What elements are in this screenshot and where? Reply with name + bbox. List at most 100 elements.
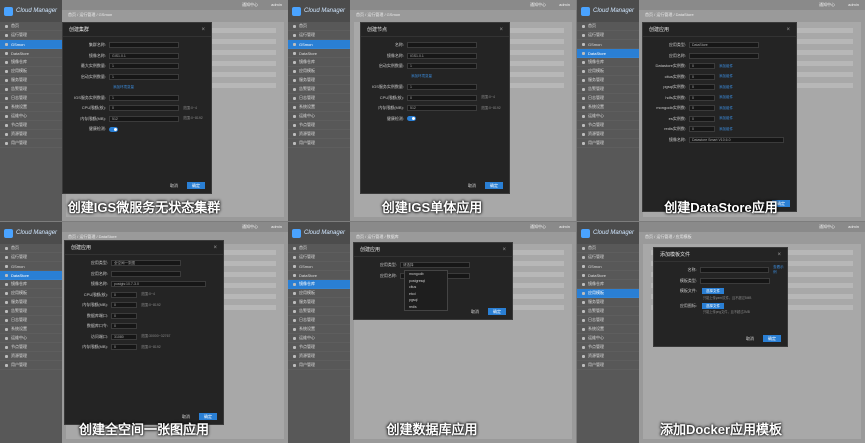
sidebar-item[interactable]: 系统设置 [577, 325, 639, 334]
sidebar-item[interactable]: 运行管理 [577, 31, 639, 40]
sidebar-item[interactable]: 镜像仓库 [577, 280, 639, 289]
user-menu[interactable]: admin [848, 224, 859, 229]
sidebar-item[interactable]: DataStore [288, 49, 350, 58]
sidebar-item[interactable]: 应用模板 [288, 67, 350, 76]
confirm-button[interactable]: 确定 [187, 182, 205, 189]
close-icon[interactable]: × [786, 27, 790, 33]
sidebar-item[interactable]: 用户管理 [0, 361, 62, 370]
sidebar-item[interactable]: 资源管理 [288, 130, 350, 139]
field-input[interactable]: GIS1.0.1 [109, 52, 179, 59]
field-input[interactable]: 0 [689, 105, 715, 112]
field-link[interactable]: 添加组件 [719, 127, 733, 132]
field-input[interactable]: 1 [109, 63, 179, 70]
notification-link[interactable]: 通知中心 [242, 2, 258, 8]
sidebar-item[interactable]: 服务管理 [0, 298, 62, 307]
sidebar-item[interactable]: 服务管理 [577, 298, 639, 307]
close-icon[interactable]: × [201, 27, 205, 33]
field-input[interactable] [109, 42, 179, 49]
sidebar-item[interactable]: 资源管理 [577, 352, 639, 361]
sidebar-item[interactable]: 首页 [0, 244, 62, 253]
field-link[interactable]: 添加组件 [719, 85, 733, 90]
field-input[interactable]: 31080 [111, 333, 137, 340]
sidebar-item[interactable]: 告警管理 [0, 307, 62, 316]
sidebar-item[interactable]: 首页 [577, 22, 639, 31]
sidebar-item[interactable]: 服务管理 [288, 298, 350, 307]
dropdown-option[interactable]: redis [405, 304, 447, 311]
user-menu[interactable]: admin [271, 224, 282, 229]
confirm-button[interactable]: 确定 [488, 308, 506, 315]
user-menu[interactable]: admin [559, 224, 570, 229]
field-input[interactable]: 1 [109, 94, 179, 101]
field-input[interactable]: 请选择 [400, 262, 470, 269]
sidebar-item[interactable]: 日志管理 [0, 94, 62, 103]
close-icon[interactable]: × [499, 27, 503, 33]
cancel-button[interactable]: 取消 [165, 182, 183, 189]
sidebar-item[interactable]: DataStore [0, 271, 62, 280]
sidebar-item[interactable]: 日志管理 [577, 94, 639, 103]
sidebar-item[interactable]: 系统设置 [0, 103, 62, 112]
cancel-button[interactable]: 取消 [741, 335, 759, 342]
sidebar-item[interactable]: 系统设置 [288, 103, 350, 112]
sidebar-item[interactable]: 告警管理 [0, 85, 62, 94]
field-link[interactable]: 添加环境变量 [411, 74, 432, 79]
field-input[interactable]: DataStore [689, 42, 759, 49]
sidebar-item[interactable]: 用户管理 [288, 361, 350, 370]
field-input[interactable]: 0 [689, 94, 715, 101]
field-input[interactable]: 512 [109, 115, 179, 122]
field-input[interactable]: 0 [109, 105, 179, 112]
sidebar-item[interactable]: GSmon [0, 40, 62, 49]
sidebar-item[interactable]: 节点管理 [577, 343, 639, 352]
sidebar-item[interactable]: 运行管理 [0, 31, 62, 40]
cancel-button[interactable]: 取消 [177, 413, 195, 420]
sidebar-item[interactable]: 运行管理 [0, 253, 62, 262]
cancel-button[interactable]: 取消 [463, 182, 481, 189]
field-input[interactable]: 512 [407, 105, 477, 112]
sidebar-item[interactable]: 应用模板 [0, 289, 62, 298]
sidebar-item[interactable]: 运行管理 [288, 253, 350, 262]
sidebar-item[interactable]: 服务管理 [577, 76, 639, 85]
sidebar-item[interactable]: GSmon [577, 262, 639, 271]
sidebar-item[interactable]: DataStore [577, 49, 639, 58]
sidebar-item[interactable]: 运维中心 [577, 112, 639, 121]
sidebar-item[interactable]: 资源管理 [0, 352, 62, 361]
sidebar-item[interactable]: 节点管理 [288, 121, 350, 130]
confirm-button[interactable]: 确定 [199, 413, 217, 420]
field-input[interactable]: Datastore Smart V10.6.0 [689, 136, 784, 143]
field-input[interactable]: 0 [111, 323, 137, 330]
cancel-button[interactable]: 取消 [466, 308, 484, 315]
sidebar-item[interactable]: 首页 [288, 22, 350, 31]
sidebar-item[interactable]: 镜像仓库 [288, 280, 350, 289]
field-input[interactable]: IGS1.0.1 [407, 52, 477, 59]
sidebar-item[interactable]: 节点管理 [577, 121, 639, 130]
field-link[interactable]: 添加组件 [719, 74, 733, 79]
user-menu[interactable]: admin [559, 2, 570, 7]
sidebar-item[interactable]: GSmon [288, 262, 350, 271]
field-input[interactable]: 0 [689, 126, 715, 133]
notification-link[interactable]: 通知中心 [530, 224, 546, 230]
sidebar-item[interactable]: 节点管理 [0, 343, 62, 352]
sidebar-item[interactable]: 用户管理 [577, 361, 639, 370]
sidebar-item[interactable]: 告警管理 [577, 85, 639, 94]
sidebar-item[interactable]: 日志管理 [288, 316, 350, 325]
notification-link[interactable]: 通知中心 [530, 2, 546, 8]
sidebar-item[interactable]: 资源管理 [577, 130, 639, 139]
sidebar-item[interactable]: 应用模板 [577, 67, 639, 76]
close-icon[interactable]: × [213, 245, 217, 251]
field-input[interactable]: 0 [111, 312, 137, 319]
sidebar-item[interactable]: 系统设置 [0, 325, 62, 334]
sidebar-item[interactable]: 运维中心 [577, 334, 639, 343]
notification-link[interactable]: 通知中心 [242, 224, 258, 230]
sidebar-item[interactable]: 镜像仓库 [0, 58, 62, 67]
sidebar-item[interactable]: 系统设置 [577, 103, 639, 112]
field-input[interactable]: 1 [109, 73, 179, 80]
sidebar-item[interactable]: 镜像仓库 [0, 280, 62, 289]
confirm-button[interactable]: 确定 [763, 335, 781, 342]
sidebar-item[interactable]: 资源管理 [288, 352, 350, 361]
field-input[interactable] [689, 52, 759, 59]
field-input[interactable]: 0 [111, 291, 137, 298]
field-input[interactable] [111, 270, 181, 277]
close-icon[interactable]: × [502, 247, 506, 253]
sidebar-item[interactable]: 镜像仓库 [288, 58, 350, 67]
confirm-button[interactable]: 确定 [485, 182, 503, 189]
field-input[interactable]: 全空间一张图 [111, 260, 181, 267]
